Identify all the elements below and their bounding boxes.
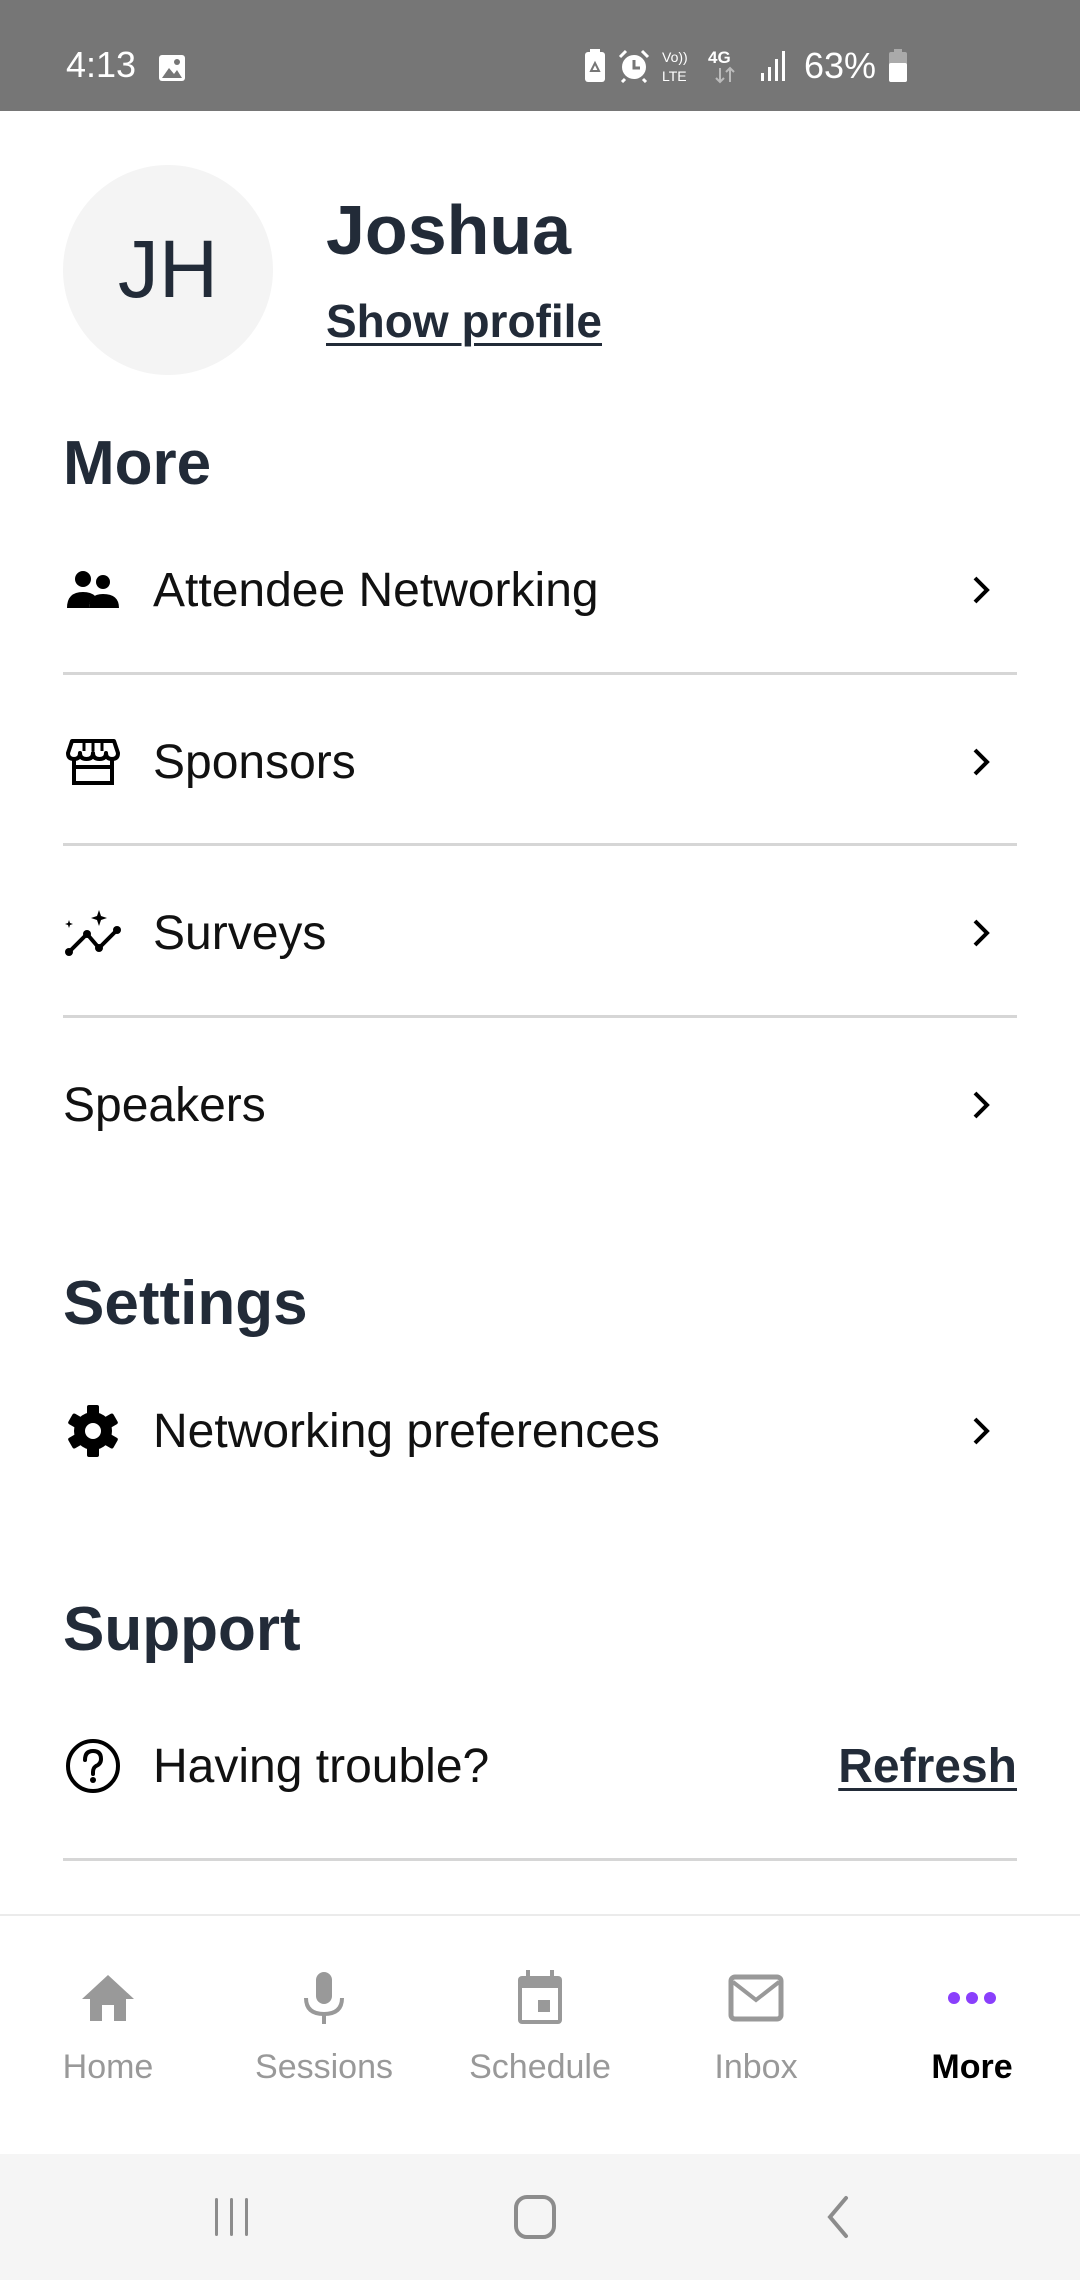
section-title-support: Support <box>63 1595 301 1664</box>
section-title-settings: Settings <box>63 1269 308 1338</box>
nav-label: More <box>931 2048 1013 2086</box>
divider <box>63 843 1017 846</box>
nav-tab-schedule[interactable]: Schedule <box>432 1916 648 2154</box>
sparkle-chart-icon <box>63 903 123 963</box>
menu-item-label: Attendee Networking <box>153 563 599 617</box>
divider <box>63 672 1017 675</box>
chevron-right-icon <box>973 576 990 604</box>
divider <box>63 1015 1017 1018</box>
people-icon <box>63 560 123 620</box>
chevron-right-icon <box>973 919 990 947</box>
show-profile-link[interactable]: Show profile <box>326 294 602 348</box>
nav-label: Sessions <box>255 2048 393 2086</box>
microphone-icon <box>294 1968 354 2028</box>
menu-item-label: Speakers <box>63 1078 266 1132</box>
nav-label: Schedule <box>469 2048 611 2086</box>
home-button[interactable] <box>512 2194 558 2240</box>
storefront-icon <box>63 732 123 792</box>
image-icon <box>159 55 185 81</box>
avatar-initials: JH <box>117 224 219 315</box>
status-bar: 4:13 Vo)) LTE 4G 63% <box>0 0 1080 111</box>
status-icons: Vo)) LTE 4G 63% <box>584 45 908 86</box>
more-dots-icon <box>942 1968 1002 2028</box>
refresh-link[interactable]: Refresh <box>838 1739 1017 1794</box>
nav-tab-sessions[interactable]: Sessions <box>216 1916 432 2154</box>
section-title-more: More <box>63 429 212 498</box>
menu-item-sponsors[interactable]: Sponsors <box>63 706 1017 818</box>
calendar-icon <box>510 1968 570 2028</box>
menu-item-label: Sponsors <box>153 735 356 789</box>
system-nav-bar <box>0 2154 1080 2280</box>
menu-item-label: Surveys <box>153 906 327 960</box>
chevron-right-icon <box>973 1417 990 1445</box>
nav-tab-more[interactable]: More <box>864 1916 1080 2154</box>
help-circle-icon <box>63 1736 123 1796</box>
svg-text:4G: 4G <box>708 48 731 67</box>
mail-icon <box>726 1968 786 2028</box>
svg-text:Vo)): Vo)) <box>662 49 688 65</box>
menu-item-speakers[interactable]: Speakers <box>63 1049 1017 1161</box>
menu-item-surveys[interactable]: Surveys <box>63 877 1017 989</box>
profile-name: Joshua <box>326 191 572 269</box>
status-time: 4:13 <box>66 44 137 85</box>
battery-saver-icon <box>585 49 605 82</box>
having-trouble-label: Having trouble? <box>153 1739 490 1793</box>
chevron-right-icon <box>973 748 990 776</box>
bottom-nav: Home Sessions Schedule Inbox More <box>0 1914 1080 2154</box>
back-button[interactable] <box>822 2194 852 2240</box>
divider <box>63 1858 1017 1861</box>
home-icon <box>78 1968 138 2028</box>
svg-text:LTE: LTE <box>662 68 687 84</box>
chevron-right-icon <box>973 1091 990 1119</box>
support-row: Having trouble? Refresh <box>63 1710 1017 1822</box>
nav-label: Home <box>62 2048 154 2086</box>
menu-item-attendee-networking[interactable]: Attendee Networking <box>63 534 1017 646</box>
menu-item-label: Networking preferences <box>153 1404 660 1458</box>
volte-icon: Vo)) LTE <box>662 49 688 84</box>
battery-percent: 63% <box>804 45 877 86</box>
4g-data-icon: 4G <box>708 48 735 84</box>
nav-tab-home[interactable]: Home <box>0 1916 216 2154</box>
nav-label: Inbox <box>714 2048 798 2086</box>
signal-icon <box>761 51 785 81</box>
battery-icon <box>889 49 908 82</box>
avatar[interactable]: JH <box>63 165 273 375</box>
gear-icon <box>63 1401 123 1461</box>
recents-button[interactable] <box>210 2194 254 2238</box>
nav-tab-inbox[interactable]: Inbox <box>648 1916 864 2154</box>
alarm-icon <box>618 49 650 83</box>
menu-item-networking-preferences[interactable]: Networking preferences <box>63 1375 1017 1487</box>
